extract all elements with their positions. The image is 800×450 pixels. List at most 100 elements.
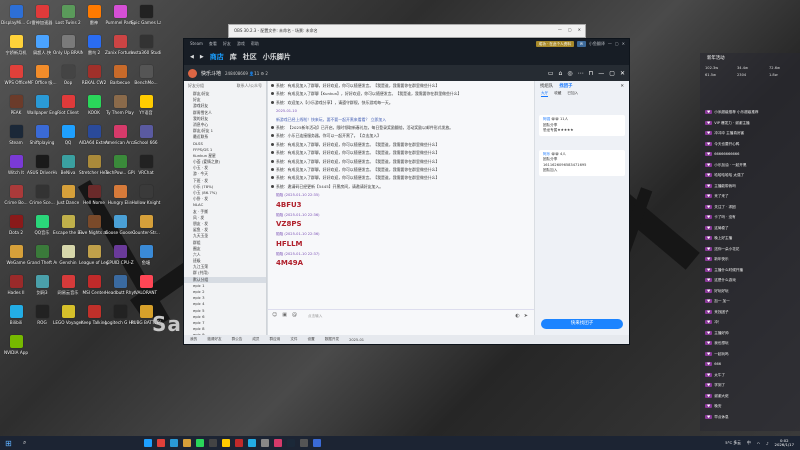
desktop-icon[interactable]: LEGO Voyagers	[53, 302, 83, 340]
weather[interactable]: 5°C 多云	[725, 440, 741, 446]
chat-message[interactable]: 系统：欢迎加入【小乐游戏分享】，请遵守群规，快乐游戏每一天。	[268, 99, 534, 107]
nav-library[interactable]: 库	[230, 52, 237, 62]
chat-message[interactable]: 2025-01-10	[268, 107, 534, 115]
steam-menu-item[interactable]: 游戏	[237, 41, 245, 47]
tab-favorites[interactable]: 收藏	[554, 91, 561, 97]
screen-icon[interactable]: ▭	[548, 70, 554, 77]
contact-list-header-right[interactable]: 联系人/公众号	[237, 83, 262, 89]
clock[interactable]: 0:02 2026/1/17	[775, 438, 794, 448]
chat-message[interactable]: 系统：有成员加入了群聊，好好欢迎，你可以随便发言。【我是谁，我需要你在群里做些什…	[268, 166, 534, 174]
taskbar-app-icon[interactable]	[248, 439, 257, 447]
desktop-icon[interactable]: ROG	[29, 302, 55, 340]
close-icon[interactable]: ✕	[622, 41, 625, 46]
steam-menu-item[interactable]: 查看	[209, 41, 217, 47]
dots-icon[interactable]: ⋯	[578, 70, 584, 77]
code-message[interactable]: 4M49A	[268, 258, 534, 269]
obs-window-titlebar[interactable]: OBS 30.2.3 - 配置文件: 未命名 - 场景: 未命名 — ▢ ✕	[228, 24, 586, 38]
contact-list-header-left[interactable]: 好友分组	[188, 83, 204, 89]
avatar[interactable]	[188, 68, 197, 78]
chat-footer-item[interactable]: 文件	[290, 337, 297, 342]
windows-start-icon[interactable]: ⊞	[5, 439, 17, 448]
home-icon[interactable]: ⌂	[559, 70, 563, 77]
send-icon[interactable]: ➤	[524, 313, 528, 319]
tab-joined[interactable]: 已加入	[567, 91, 578, 97]
tab-hall[interactable]: 大厅	[541, 91, 549, 97]
notifications-icon[interactable]: ✉	[576, 40, 586, 47]
nav-user[interactable]: 小乐脚片	[263, 52, 291, 62]
wifi-icon[interactable]: ◠	[757, 441, 760, 446]
find-group-title[interactable]: 找组队	[540, 83, 553, 89]
taskbar-app-icon[interactable]	[261, 439, 270, 447]
taskbar-app-icon[interactable]	[287, 439, 296, 447]
chat-footer-item[interactable]: 群公告	[232, 337, 243, 342]
emoji-icon[interactable]: ☺	[272, 312, 277, 318]
minimize-icon[interactable]: —	[558, 27, 562, 32]
close-icon[interactable]: ✕	[578, 27, 581, 32]
maximize-icon[interactable]: ▢	[609, 70, 615, 77]
chat-message[interactable]: 系统：有成员加入了群聊，好好欢迎，你可以随便发言。【我是谁，我需要你在群里做些什…	[268, 174, 534, 182]
taskbar-app-icon[interactable]	[235, 439, 244, 447]
steam-badge[interactable]: 成功 · 在此个人资料	[535, 40, 574, 47]
taskbar-app-icon[interactable]	[144, 439, 153, 447]
taskbar-app-icon[interactable]	[300, 439, 309, 447]
steam-menu-item[interactable]: Steam	[190, 41, 203, 46]
taskbar-app-icon[interactable]	[209, 439, 218, 447]
language-indicator[interactable]: 中	[747, 440, 751, 446]
maximize-icon[interactable]: ▢	[568, 27, 572, 32]
close-icon[interactable]: ✕	[620, 70, 625, 77]
chat-message[interactable]: 陌陌 (2025-01-10 22:36)	[268, 230, 534, 238]
group-card[interactable]: 阿乐 😀😀 4人 团队分享 1611626096583471695 团队加入	[539, 149, 625, 176]
chat-message[interactable]: 系统：小乐已连接服务器，你可以一起开黑了。【点击加入】	[268, 132, 534, 140]
desktop-icon[interactable]: NVIDIA App	[3, 332, 29, 370]
chat-message[interactable]: 系统：有成员加入了群聊【Kunkun】，好好欢迎，你可以随便发言。【我是谁，我需…	[268, 90, 534, 98]
taskbar-app-icon[interactable]	[157, 439, 166, 447]
volume-icon[interactable]: ♪	[766, 441, 768, 446]
gamepad-icon[interactable]: ◎	[567, 70, 572, 77]
chat-message[interactable]: 系统：有成员加入了群聊，好好欢迎，你可以随便发言。【我是谁，我需要你在群里做些什…	[268, 149, 534, 157]
chat-message[interactable]: 陌陌 (2025-01-10 22:35)	[268, 191, 534, 199]
chat-message[interactable]: 系统：有成员加入了群聊，好好欢迎，你可以随便发言。【我是谁，我需要你在群里做些什…	[268, 141, 534, 149]
microphone-icon[interactable]: ◐	[515, 313, 519, 319]
nav-community[interactable]: 社区	[243, 52, 257, 62]
chat-footer-item[interactable]: 成员	[252, 337, 259, 342]
chat-message[interactable]: 系统：邀请码已经更新【5445】开黑房间，请邀请好友加入。	[268, 183, 534, 191]
taskbar-app-icon[interactable]	[183, 439, 192, 447]
maximize-icon[interactable]: ▢	[615, 41, 619, 46]
taskbar-app-icon[interactable]	[170, 439, 179, 447]
minimize-icon[interactable]: —	[598, 70, 604, 77]
nav-store[interactable]: 商店	[210, 52, 224, 62]
steam-user[interactable]: 小鱼翻译	[589, 41, 605, 47]
chat-footer-item[interactable]: 我的	[190, 337, 197, 342]
chat-message[interactable]: 陌陌 (2025-01-10 22:36)	[268, 211, 534, 219]
find-group-active[interactable]: 找团子	[559, 83, 572, 89]
close-icon[interactable]: ✕	[620, 84, 624, 89]
steam-menu-item[interactable]: 好友	[223, 41, 231, 47]
chat-message[interactable]: 系统：有成员加入了群聊，好好欢迎，你可以随便发言。【我是谁，我需要你在群里做些什…	[268, 158, 534, 166]
chat-footer-item[interactable]: 设置	[308, 337, 315, 342]
chat-footer-item[interactable]: 数据开发	[325, 337, 339, 342]
chat-message[interactable]: 系统：有成员加入了群聊，好好欢迎，你可以随便发言。【我是谁，我需要你在群里做些什…	[268, 82, 534, 90]
desktop-icon[interactable]: PUBG BATTLEGR...	[131, 302, 161, 340]
code-message[interactable]: HFLLM	[268, 239, 534, 250]
taskbar-app-icon[interactable]	[313, 439, 322, 447]
compose-box[interactable]: ☺ ▣ @ 点击输入 ◐ ➤	[268, 309, 534, 335]
steam-menu-item[interactable]: 帮助	[251, 41, 259, 47]
minimize-icon[interactable]: —	[608, 41, 612, 46]
chat-message[interactable]: 陌陌 (2025-01-10 22:37)	[268, 250, 534, 258]
chat-footer-item[interactable]: 2025-01	[349, 338, 364, 342]
desktop-icon[interactable]: Logitech G HUB	[105, 302, 135, 340]
chat-footer-item[interactable]: 邀请好友	[207, 337, 221, 342]
desktop-icon[interactable]: Keep Talking	[81, 302, 107, 340]
code-message[interactable]: 4BFU3	[268, 200, 534, 211]
back-icon[interactable]: ◀	[190, 54, 194, 60]
chat-message[interactable]: 系统：【2025新年活动】已开启，限时领取新春礼包，每日登录奖励翻倍，活动奖励以…	[268, 124, 534, 132]
taskbar-app-icon[interactable]	[274, 439, 283, 447]
chat-message[interactable]: 新游戏已经上线啦！快来玩，要不要一起开黑来看看？ 立即加入	[268, 116, 534, 124]
search-icon[interactable]: ⌕	[23, 439, 26, 447]
chat-footer-item[interactable]: 群应用	[270, 337, 281, 342]
code-message[interactable]: VZ8PS	[268, 219, 534, 230]
pin-icon[interactable]: ⊓	[589, 70, 594, 77]
taskbar-app-icon[interactable]	[222, 439, 231, 447]
find-group-button[interactable]: 快来找团子	[541, 319, 623, 329]
group-card[interactable]: 阿强 😀😀 11人 团队分享 恐龙专属★★★★★	[539, 115, 625, 136]
